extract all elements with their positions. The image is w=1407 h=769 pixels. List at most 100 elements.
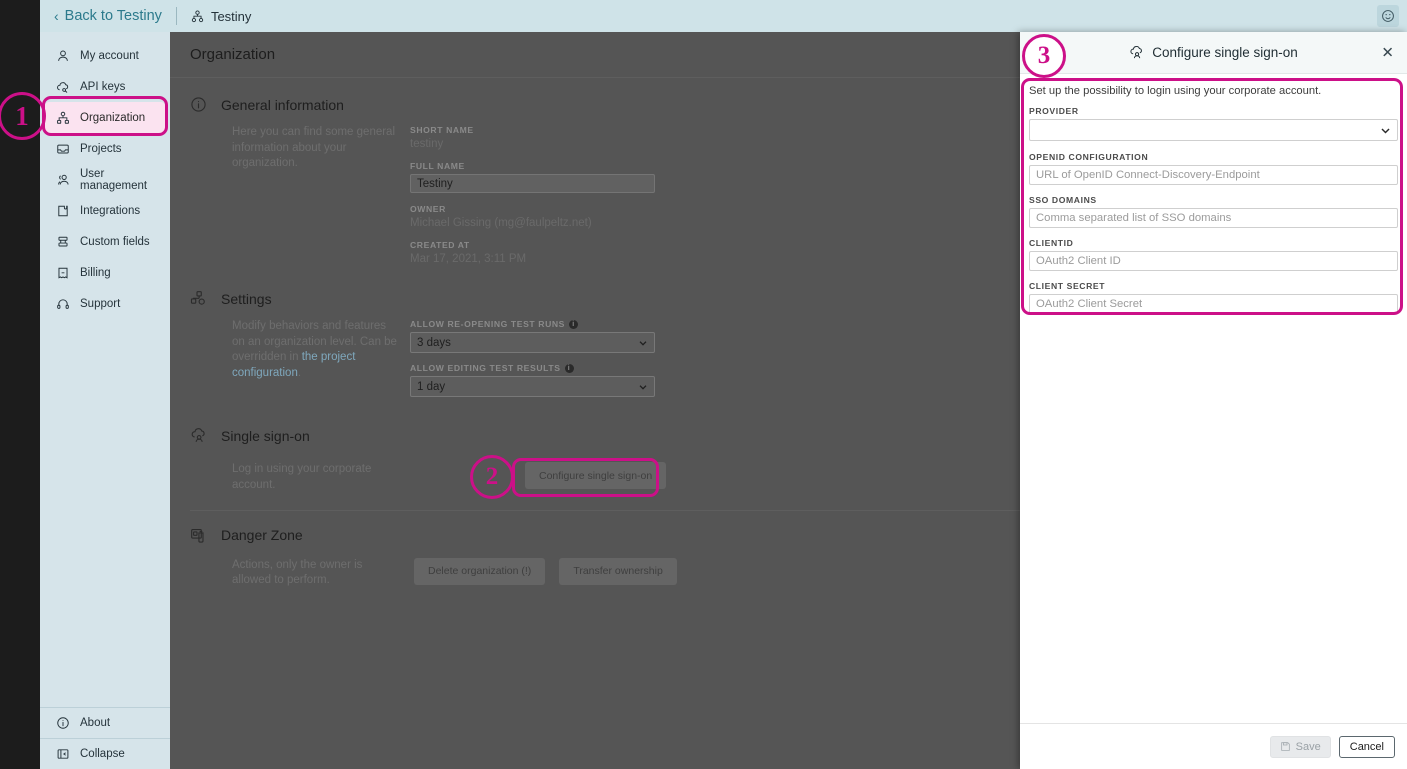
- field-label-clientid: CLIENTID: [1029, 238, 1398, 248]
- field-label-client-secret: CLIENT SECRET: [1029, 281, 1398, 291]
- section-title: Single sign-on: [221, 428, 310, 444]
- field-label-openid-configuration: OPENID CONFIGURATION: [1029, 152, 1398, 162]
- cloud-key-icon: [56, 80, 70, 94]
- chevron-down-icon: [1380, 125, 1391, 136]
- annotation-badge-1: 1: [0, 92, 46, 140]
- sidebar-item-label: Organization: [80, 112, 145, 124]
- sidebar-item-integrations[interactable]: Integrations: [45, 195, 165, 226]
- transfer-ownership-button[interactable]: Transfer ownership: [559, 558, 676, 585]
- allow-editing-select[interactable]: 1 day: [410, 376, 655, 397]
- field-label-sso-domains: SSO DOMAINS: [1029, 195, 1398, 205]
- label-text: ALLOW RE-OPENING TEST RUNS: [410, 319, 565, 329]
- client-secret-input[interactable]: OAuth2 Client Secret: [1029, 294, 1398, 314]
- annotation-badge-3: 3: [1022, 34, 1066, 78]
- sidebar-item-label: API keys: [80, 81, 125, 93]
- sidebar-item-organization[interactable]: Organization: [45, 102, 165, 133]
- puzzle-icon: [56, 204, 70, 218]
- label-text: ALLOW EDITING TEST RESULTS: [410, 363, 561, 373]
- sidebar-item-label: Projects: [80, 143, 122, 155]
- section-title: General information: [221, 97, 344, 113]
- save-button-label: Save: [1296, 741, 1321, 753]
- field-label-provider: PROVIDER: [1029, 106, 1398, 116]
- panel-footer: Save Cancel: [1020, 723, 1407, 769]
- section-description: Actions, only the owner is allowed to pe…: [232, 558, 410, 589]
- panel-description: Set up the possibility to login using yo…: [1029, 85, 1398, 97]
- cancel-button[interactable]: Cancel: [1339, 736, 1395, 758]
- panel-title-label: Configure single sign-on: [1152, 45, 1298, 60]
- sidebar-item-label: About: [80, 717, 110, 729]
- chevron-down-icon: [638, 382, 648, 392]
- full-name-input[interactable]: Testiny: [410, 174, 655, 193]
- sidebar-item-api-keys[interactable]: API keys: [45, 71, 165, 102]
- save-button[interactable]: Save: [1270, 736, 1331, 758]
- cloud-user-icon: [190, 427, 207, 444]
- info-tooltip-icon[interactable]: i: [565, 364, 574, 373]
- users-icon: [56, 173, 70, 187]
- inbox-icon: [56, 142, 70, 156]
- settings-nodes-icon: [190, 290, 207, 307]
- openid-configuration-input[interactable]: URL of OpenID Connect-Discovery-Endpoint: [1029, 165, 1398, 185]
- sidebar-item-label: Billing: [80, 267, 111, 279]
- collapse-icon: [56, 747, 70, 761]
- close-icon[interactable]: ✕: [1381, 45, 1394, 60]
- section-description: Log in using your corporate account.: [232, 458, 410, 493]
- smiley-icon[interactable]: [1377, 5, 1399, 27]
- badge-number: 1: [15, 101, 29, 132]
- info-icon: [56, 716, 70, 730]
- sidebar-item-label: Custom fields: [80, 236, 150, 248]
- sidebar-item-about[interactable]: About: [45, 708, 165, 738]
- cloud-user-icon: [1129, 45, 1144, 60]
- section-title: Danger Zone: [221, 527, 303, 543]
- org-tree-icon: [191, 10, 204, 23]
- divider: [176, 7, 177, 25]
- clientid-input[interactable]: OAuth2 Client ID: [1029, 251, 1398, 271]
- settings-desc-post: .: [298, 367, 301, 379]
- page-title: Organization: [190, 46, 275, 63]
- sidebar-item-label: Support: [80, 298, 120, 310]
- select-value: 1 day: [417, 381, 445, 393]
- panel-title: Configure single sign-on: [1129, 45, 1298, 60]
- sidebar-collapse-button[interactable]: Collapse: [45, 739, 165, 769]
- chevron-down-icon: [638, 338, 648, 348]
- sidebar-items: My account API keys Or: [40, 32, 170, 707]
- org-tree-icon: [56, 111, 70, 125]
- floppy-disk-icon: [1280, 741, 1291, 752]
- sidebar-item-my-account[interactable]: My account: [45, 40, 165, 71]
- top-bar: ‹ Back to Testiny Testiny: [40, 0, 1407, 32]
- info-circle-icon: [190, 96, 207, 113]
- section-description: Here you can find some general informati…: [232, 125, 410, 276]
- sidebar-item-label: Collapse: [80, 748, 125, 760]
- configure-single-sign-on-button[interactable]: Configure single sign-on: [525, 462, 666, 489]
- headset-icon: [56, 297, 70, 311]
- sidebar: My account API keys Or: [40, 32, 170, 769]
- sidebar-item-projects[interactable]: Projects: [45, 133, 165, 164]
- provider-select[interactable]: [1029, 119, 1398, 141]
- user-icon: [56, 49, 70, 63]
- allow-reopening-select[interactable]: 3 days: [410, 332, 655, 353]
- danger-delete-icon: [190, 527, 207, 544]
- configure-sso-panel: Configure single sign-on ✕ Set up the po…: [1020, 32, 1407, 769]
- app-root: ‹ Back to Testiny Testiny: [0, 0, 1407, 769]
- sso-domains-input[interactable]: Comma separated list of SSO domains: [1029, 208, 1398, 228]
- sidebar-item-label: My account: [80, 50, 139, 62]
- chevron-left-icon: ‹: [54, 9, 59, 23]
- select-value: 3 days: [417, 337, 451, 349]
- stack-icon: [56, 235, 70, 249]
- delete-organization-button[interactable]: Delete organization (!): [414, 558, 545, 585]
- sidebar-item-support[interactable]: Support: [45, 288, 165, 319]
- sidebar-bottom: About Collapse: [40, 707, 170, 769]
- panel-header: Configure single sign-on ✕: [1020, 32, 1407, 74]
- breadcrumb-label: Testiny: [211, 9, 251, 24]
- sidebar-item-custom-fields[interactable]: Custom fields: [45, 226, 165, 257]
- sidebar-item-billing[interactable]: Billing: [45, 257, 165, 288]
- breadcrumb-organization[interactable]: Testiny: [191, 9, 251, 24]
- panel-body: Set up the possibility to login using yo…: [1020, 74, 1407, 723]
- badge-number: 2: [486, 463, 499, 491]
- sidebar-item-label: User management: [80, 168, 157, 192]
- annotation-badge-2: 2: [470, 455, 514, 499]
- info-tooltip-icon[interactable]: i: [569, 320, 578, 329]
- back-to-testiny-link[interactable]: ‹ Back to Testiny: [54, 8, 162, 24]
- sidebar-item-user-management[interactable]: User management: [45, 164, 165, 195]
- section-description: Modify behaviors and features on an orga…: [232, 319, 410, 407]
- back-link-label: Back to Testiny: [65, 8, 162, 24]
